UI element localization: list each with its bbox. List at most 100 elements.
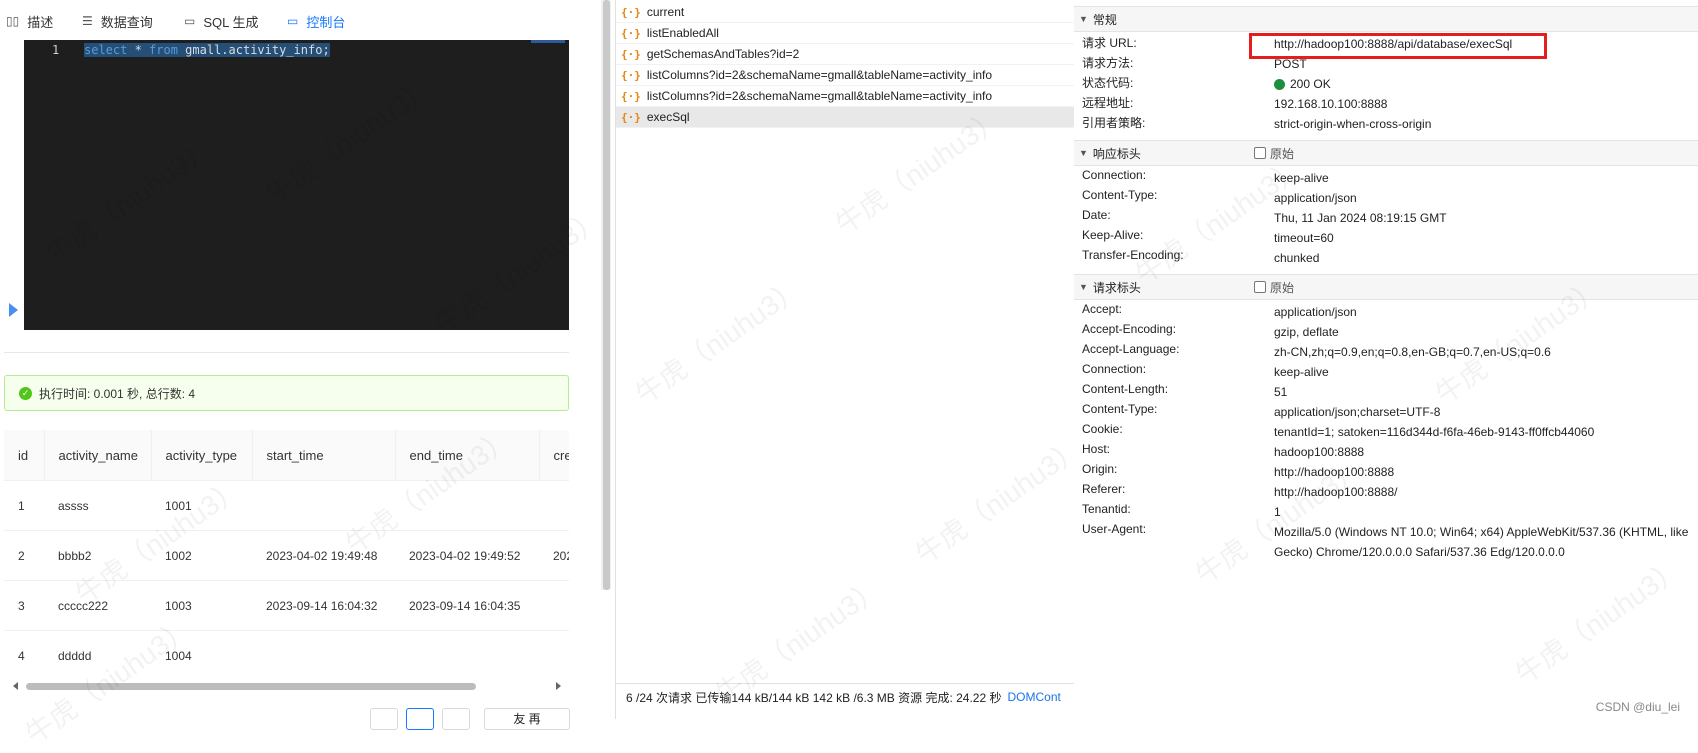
table-cell: 1002 <box>151 530 252 581</box>
page-size-select[interactable]: 友 再 <box>484 708 570 730</box>
header-key: Content-Length: <box>1082 382 1169 396</box>
raw-checkbox[interactable] <box>1254 281 1266 293</box>
scroll-thumb[interactable] <box>26 683 476 690</box>
column-header[interactable]: activity_type <box>151 430 253 481</box>
request-name: listEnabledAll <box>646 26 719 40</box>
raw-toggle[interactable]: 原始 <box>1254 145 1294 162</box>
next-page-button[interactable] <box>442 708 470 730</box>
request-row[interactable]: {·} current <box>616 2 1074 23</box>
tab-label: 数据查询 <box>100 14 153 30</box>
header-value[interactable]: application/json <box>1274 302 1689 322</box>
request-row[interactable]: {·} getSchemasAndTables?id=2 <box>616 44 1074 65</box>
status-code-text: 200 OK <box>1290 77 1331 91</box>
table-row[interactable]: 3 ccccc222 1003 2023-09-14 16:04:32 2023… <box>4 580 569 631</box>
collapse-triangle-icon[interactable]: ▼ <box>1079 282 1088 292</box>
status-ok-icon <box>1274 79 1285 91</box>
header-value[interactable]: application/json <box>1274 188 1689 208</box>
collapse-triangle-icon[interactable]: ▼ <box>1079 148 1088 158</box>
table-cell <box>395 480 539 531</box>
header-value[interactable]: gzip, deflate <box>1274 322 1689 342</box>
raw-toggle[interactable]: 原始 <box>1254 279 1294 296</box>
header-value[interactable]: keep-alive <box>1274 362 1689 382</box>
list-icon: ☰ <box>82 14 93 28</box>
response-headers-section-header[interactable]: ▼ 响应标头 原始 <box>1074 140 1698 166</box>
column-header[interactable]: id <box>4 430 45 481</box>
current-page-button[interactable] <box>406 708 434 730</box>
run-arrow-icon[interactable] <box>9 303 18 317</box>
header-value[interactable]: chunked <box>1274 248 1689 268</box>
table-cell: 2023-04-02 19:49:48 <box>252 530 395 581</box>
execution-status-banner: ✓ 执行时间: 0.001 秒, 总行数: 4 <box>4 375 569 411</box>
network-request-list: {·} current {·} listEnabledAll {·} getSchemas… <box>615 0 1075 719</box>
general-section-header[interactable]: ▼ 常规 <box>1074 6 1698 32</box>
tab-console[interactable]: ▭ 控制台 <box>287 8 345 34</box>
splitter-grip[interactable] <box>603 0 610 590</box>
credit-text: CSDN @diu_lei <box>1595 700 1680 714</box>
status-code-value[interactable]: 200 OK <box>1274 74 1689 94</box>
header-key: Origin: <box>1082 462 1118 476</box>
request-row[interactable]: {·} listColumns?id=2&schemaName=gmall&tab… <box>616 86 1074 107</box>
request-headers-section-header[interactable]: ▼ 请求标头 原始 <box>1074 274 1698 300</box>
domcontent-loaded-link[interactable]: DOMCont <box>1008 690 1061 704</box>
request-name: current <box>646 5 685 19</box>
header-value[interactable]: strict-origin-when-cross-origin <box>1274 114 1689 134</box>
header-key: User-Agent: <box>1082 522 1147 536</box>
table-cell: 2023-09-14 16:04:32 <box>252 580 395 631</box>
result-table: id activity_name activity_type start_tim… <box>4 430 569 680</box>
header-value[interactable]: zh-CN,zh;q=0.9,en;q=0.8,en-GB;q=0.7,en-U… <box>1274 342 1689 362</box>
sql-editor[interactable]: 1 select * from gmall.activity_info; <box>24 40 569 330</box>
header-value[interactable]: Thu, 11 Jan 2024 08:19:15 GMT <box>1274 208 1689 228</box>
header-value[interactable]: keep-alive <box>1274 168 1689 188</box>
column-header[interactable]: start_time <box>252 430 396 481</box>
xhr-icon: {·} <box>621 26 641 40</box>
column-header[interactable]: crea <box>539 430 569 481</box>
header-value[interactable]: tenantId=1; satoken=116d344d-f6fa-46eb-9… <box>1274 422 1689 442</box>
table-cell: 2 <box>4 530 44 581</box>
tab-data-query[interactable]: ☰ 数据查询 <box>82 8 153 34</box>
table-cell <box>395 630 539 680</box>
header-key: 请求 URL: <box>1082 36 1137 50</box>
xhr-icon: {·} <box>621 110 641 124</box>
request-row[interactable]: {·} listEnabledAll <box>616 23 1074 44</box>
xhr-icon: {·} <box>621 47 641 61</box>
header-value[interactable]: 192.168.10.100:8888 <box>1274 94 1689 114</box>
raw-checkbox[interactable] <box>1254 147 1266 159</box>
header-key: Accept-Encoding: <box>1082 322 1177 336</box>
table-row[interactable]: 2 bbbb2 1002 2023-04-02 19:49:48 2023-04… <box>4 530 569 581</box>
header-key: Content-Type: <box>1082 402 1158 416</box>
column-header[interactable]: activity_name <box>44 430 152 481</box>
header-value[interactable]: timeout=60 <box>1274 228 1689 248</box>
panel-splitter[interactable] <box>601 0 611 590</box>
header-value[interactable]: hadoop100:8888 <box>1274 442 1689 462</box>
line-number: 1 <box>52 43 60 57</box>
header-value[interactable]: http://hadoop100:8888 <box>1274 462 1689 482</box>
header-value[interactable]: http://hadoop100:8888/ <box>1274 482 1689 502</box>
network-status-bar: 6 /24 次请求 已传输144 kB/144 kB 142 kB /6.3 M… <box>616 683 1074 710</box>
scroll-left-icon[interactable] <box>13 682 18 690</box>
header-key: Transfer-Encoding: <box>1082 248 1184 262</box>
collapse-triangle-icon[interactable]: ▼ <box>1079 14 1088 24</box>
header-key: Keep-Alive: <box>1082 228 1144 242</box>
tab-sql-generate[interactable]: ▭ SQL 生成 <box>184 8 259 34</box>
table-row[interactable]: 1 assss 1001 <box>4 480 569 531</box>
sql-code-line[interactable]: select * from gmall.activity_info; <box>84 43 330 57</box>
horizontal-scrollbar[interactable] <box>13 680 561 692</box>
column-header[interactable]: end_time <box>395 430 540 481</box>
scroll-right-icon[interactable] <box>556 682 561 690</box>
tab-description[interactable]: ▯▯ 描述 <box>6 8 53 34</box>
header-value[interactable]: 51 <box>1274 382 1689 402</box>
section-title: 常规 <box>1092 12 1117 27</box>
header-value[interactable]: Mozilla/5.0 (Windows NT 10.0; Win64; x64… <box>1274 522 1689 562</box>
request-row[interactable]: {·} execSql <box>616 107 1074 128</box>
table-cell: 1004 <box>151 630 252 680</box>
editor-scroll-indicator <box>531 40 565 43</box>
table-cell: 4 <box>4 630 44 680</box>
table-row[interactable]: 4 ddddd 1004 <box>4 630 569 680</box>
tab-label: SQL 生成 <box>203 14 259 30</box>
prev-page-button[interactable] <box>370 708 398 730</box>
request-row[interactable]: {·} listColumns?id=2&schemaName=gmall&tab… <box>616 65 1074 86</box>
header-value[interactable]: application/json;charset=UTF-8 <box>1274 402 1689 422</box>
tab-label: 控制台 <box>306 14 346 30</box>
tab-label: 描述 <box>27 14 54 30</box>
header-value[interactable]: 1 <box>1274 502 1689 522</box>
